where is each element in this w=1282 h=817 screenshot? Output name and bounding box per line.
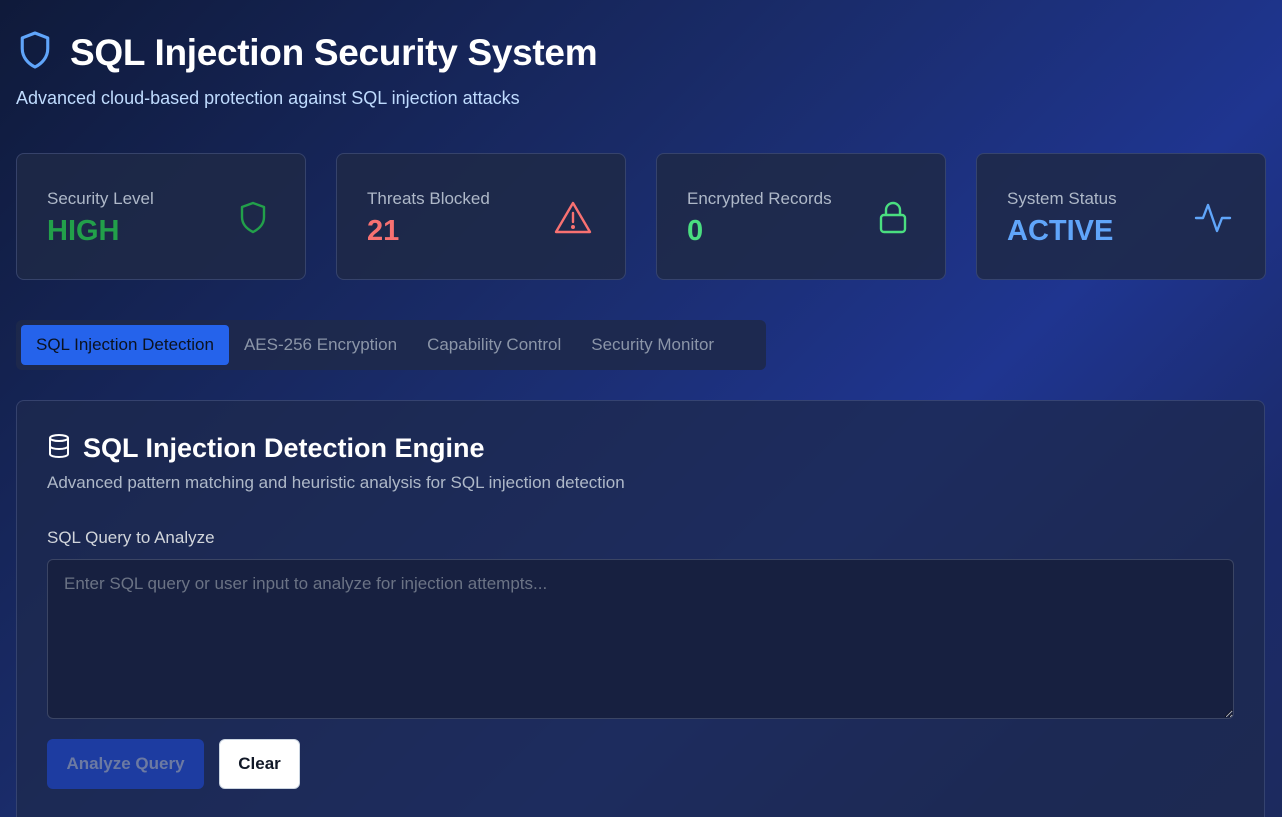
stat-card-security-level: Security Level HIGH xyxy=(16,153,306,280)
tab-aes-256-encryption[interactable]: AES-256 Encryption xyxy=(229,325,412,365)
stat-card-encrypted-records: Encrypted Records 0 xyxy=(656,153,946,280)
sql-query-input[interactable] xyxy=(47,559,1234,719)
lock-icon xyxy=(873,198,913,238)
tab-sql-injection-detection[interactable]: SQL Injection Detection xyxy=(21,325,229,365)
stat-label: Threats Blocked xyxy=(367,189,490,208)
query-field-label: SQL Query to Analyze xyxy=(47,528,215,547)
page-header: SQL Injection Security System xyxy=(18,30,598,75)
page-title: SQL Injection Security System xyxy=(70,31,598,73)
stat-value: ACTIVE xyxy=(1007,215,1114,247)
stat-value: 21 xyxy=(367,215,400,247)
stat-label: Encrypted Records xyxy=(687,189,832,208)
tab-bar: SQL Injection Detection AES-256 Encrypti… xyxy=(16,320,766,370)
shield-icon xyxy=(233,198,273,238)
database-icon xyxy=(47,433,71,464)
analyze-query-button[interactable]: Analyze Query xyxy=(47,739,204,789)
panel-description: Advanced pattern matching and heuristic … xyxy=(47,473,625,492)
shield-icon xyxy=(18,30,52,75)
stats-row: Security Level HIGH Threats Blocked 21 E… xyxy=(16,153,1266,280)
title-row: SQL Injection Security System xyxy=(18,30,598,75)
stat-value: 0 xyxy=(687,215,704,247)
stat-card-system-status: System Status ACTIVE xyxy=(976,153,1266,280)
panel-title: SQL Injection Detection Engine xyxy=(83,433,485,463)
stat-label: Security Level xyxy=(47,189,154,208)
activity-icon xyxy=(1193,198,1233,238)
stat-label: System Status xyxy=(1007,189,1117,208)
detection-panel: SQL Injection Detection Engine Advanced … xyxy=(16,400,1265,817)
tab-capability-control[interactable]: Capability Control xyxy=(412,325,576,365)
stat-value: HIGH xyxy=(47,215,120,247)
stat-card-threats-blocked: Threats Blocked 21 xyxy=(336,153,626,280)
clear-button[interactable]: Clear xyxy=(219,739,300,789)
page-subtitle: Advanced cloud-based protection against … xyxy=(16,88,520,108)
panel-header: SQL Injection Detection Engine xyxy=(47,433,485,464)
warning-triangle-icon xyxy=(553,198,593,238)
tab-security-monitor[interactable]: Security Monitor xyxy=(576,325,729,365)
